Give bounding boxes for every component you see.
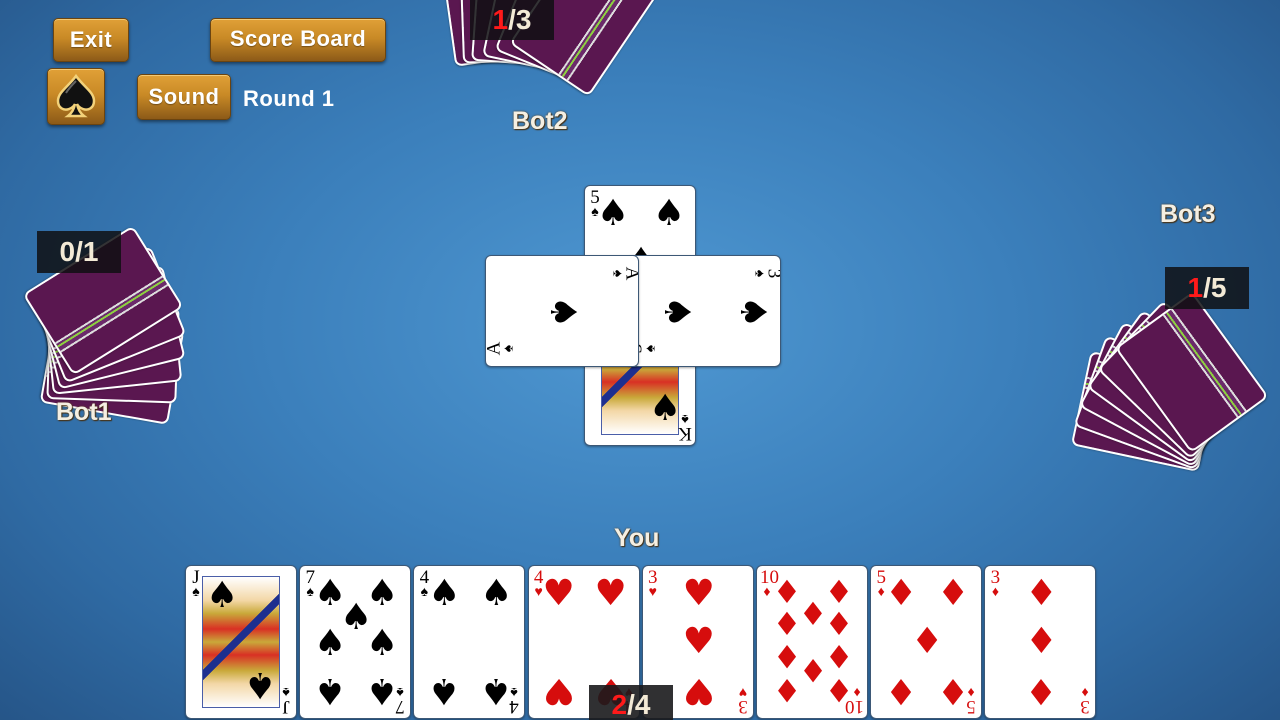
suit-pip: ♠: [652, 193, 686, 234]
hand-card[interactable]: ♦ ♦ ♦ 3 ♦ 3 ♦: [984, 565, 1097, 719]
card-corner: J ♠: [282, 684, 290, 717]
suit-pip: ♦: [1025, 573, 1058, 614]
suit-pip: ♥: [682, 670, 715, 711]
hand-card[interactable]: ♦ ♦ ♦ ♦ ♦ 5 ♦ 5 ♦: [870, 565, 983, 719]
card-corner: 10 ♦: [845, 684, 864, 717]
sound-button[interactable]: Sound: [137, 74, 231, 120]
you-tricks-bid: 4: [634, 689, 651, 720]
separator: /: [508, 4, 516, 35]
suit-pip: ♠: [428, 670, 461, 711]
bot2-tricks-bid: 3: [515, 4, 532, 35]
you-tricks-counter: 2/4: [589, 685, 673, 720]
suit-pip: ♥: [542, 670, 575, 711]
suit-pip: ♠: [314, 670, 347, 711]
bot2-name: Bot2: [512, 107, 568, 135]
card-corner: 3 ♦: [990, 567, 1001, 600]
exit-button[interactable]: Exit: [53, 18, 129, 62]
bot1-hand-fan: [0, 195, 187, 425]
card-corner: 3♠: [751, 269, 781, 279]
card-corner: 7 ♠: [305, 567, 315, 600]
suit-pip: ♠: [244, 664, 277, 705]
separator: /: [627, 689, 635, 720]
trump-suit-button[interactable]: [47, 68, 105, 125]
card-corner: 3 ♦: [1080, 684, 1091, 717]
card-corner: 3 ♥: [738, 684, 748, 717]
card-corner: J ♠: [192, 567, 200, 600]
suit-pip: ♥: [542, 573, 575, 614]
bot1-name: Bot1: [56, 398, 112, 426]
bot3-tricks-bid: 5: [1210, 272, 1227, 303]
card-corner: 4 ♠: [509, 684, 520, 717]
trick-card-bot3: 3♠ ♠ ♠ 3♠: [627, 255, 781, 367]
suit-pip: ♦: [885, 573, 918, 614]
separator: /: [75, 236, 83, 267]
round-label: Round 1: [243, 86, 335, 111]
bot2-tricks-won: 1: [492, 4, 509, 35]
suit-pip: ♠: [649, 388, 682, 429]
suit-pip: ♠: [314, 623, 347, 664]
card-corner: 4 ♠: [419, 567, 430, 600]
suit-pip: ♠: [542, 295, 583, 329]
spade-icon: [56, 73, 96, 118]
suit-pip: ♠: [206, 575, 239, 616]
card-corner: 10 ♦: [760, 567, 779, 600]
you-name: You: [614, 524, 660, 552]
card-corner: A♠: [609, 267, 639, 281]
suit-pip: ♦: [1025, 670, 1058, 711]
suit-pip: ♥: [594, 573, 627, 614]
bot3-hand-fan: [1070, 290, 1280, 472]
separator: /: [1203, 272, 1211, 303]
suit-pip: ♠: [366, 623, 399, 664]
suit-pip: ♥: [682, 573, 715, 614]
bot1-tricks-bid: 1: [82, 236, 99, 267]
card-corner: 7 ♠: [395, 684, 405, 717]
suit-pip: ♥: [682, 621, 715, 662]
suit-pip: ♠: [428, 573, 461, 614]
hand-card[interactable]: ♦ ♦ ♦ ♦ ♦ ♦ ♦ ♦ ♦ ♦ 10 ♦ 10 ♦: [756, 565, 868, 719]
hand-card[interactable]: ♠ ♠ ♠ ♠ 4 ♠ 4 ♠: [413, 565, 526, 719]
you-tricks-won: 2: [611, 689, 628, 720]
bot1-tricks-counter: 0/1: [37, 231, 121, 273]
bot3-tricks-counter: 1/5: [1165, 267, 1249, 309]
suit-pip: ♠: [480, 573, 513, 614]
card-corner: A♠: [485, 341, 517, 356]
suit-pip: ♦: [937, 573, 970, 614]
suit-pip: ♦: [911, 621, 944, 662]
hand-card[interactable]: ♠ ♠ ♠ ♠ ♠ ♠ ♠ 7 ♠ 7 ♠: [299, 565, 412, 719]
bot1-tricks-won: 0: [59, 236, 76, 267]
card-corner: K ♠: [678, 411, 692, 444]
trick-card-bot1: A♠ ♠ A♠: [485, 255, 639, 367]
suit-pip: ♦: [885, 670, 918, 711]
card-corner: 3 ♥: [648, 567, 658, 600]
suit-pip: ♠: [596, 193, 630, 234]
bot2-tricks-counter: 1/3: [470, 0, 554, 40]
suit-pip: ♦: [1025, 621, 1058, 662]
suit-pip: ♠: [732, 295, 773, 329]
scoreboard-button[interactable]: Score Board: [210, 18, 386, 62]
hand-card[interactable]: ♠ ♠ J ♠ J ♠: [185, 565, 297, 719]
bot3-name: Bot3: [1160, 200, 1216, 228]
card-corner: 4♥: [533, 567, 544, 600]
bot3-tricks-won: 1: [1187, 272, 1204, 303]
card-corner: 5 ♦: [876, 567, 886, 600]
suit-pip: ♦: [772, 671, 802, 709]
suit-pip: ♠: [656, 295, 697, 329]
card-corner: 5 ♦: [966, 684, 976, 717]
